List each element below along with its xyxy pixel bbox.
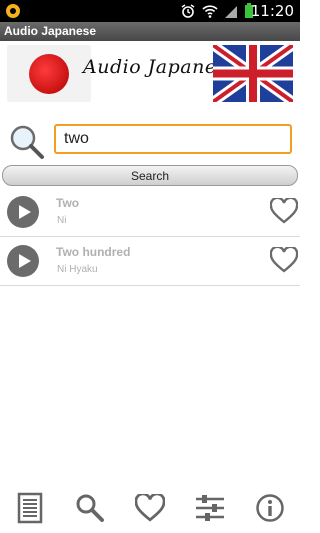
nav-favorites-icon[interactable] [130,488,170,528]
status-icons [180,3,254,19]
japan-flag-image [7,45,91,102]
info-icon [256,494,284,522]
app-title: Audio Japanese [4,24,97,38]
list-item[interactable]: Two Ni [0,188,300,237]
favorite-heart-icon[interactable] [270,198,298,224]
app-notification-icon [6,4,20,18]
japanese-word: Ni Hyaku [57,264,98,275]
nav-settings-icon[interactable] [190,488,230,528]
bottom-navigation [0,483,300,533]
app-title-bar: Audio Japanese [0,22,300,41]
nav-list-icon[interactable] [10,488,50,528]
english-word: Two [56,196,80,210]
search-row [0,120,300,162]
list-icon [17,492,43,524]
heart-icon [135,494,165,522]
play-icon[interactable] [7,245,39,277]
list-item[interactable]: Two hundred Ni Hyaku [0,237,300,286]
play-icon[interactable] [7,196,39,228]
results-list: Two Ni Two hundred Ni Hyaku [0,188,300,286]
japanese-word: Ni [57,215,67,226]
alarm-icon [181,4,195,18]
nav-info-icon[interactable] [250,488,290,528]
status-bar: 11:20 [0,0,300,22]
signal-icon [225,6,237,18]
search-icon [76,494,104,522]
settings-sliders-icon [196,495,224,521]
favorite-heart-icon[interactable] [270,247,298,273]
english-word: Two hundred [56,245,131,259]
uk-flag-image [213,45,293,102]
wifi-icon [202,5,218,18]
nav-search-icon[interactable] [70,488,110,528]
status-time: 11:20 [250,2,294,20]
app-banner: Audio Japanese [7,45,293,102]
search-button[interactable]: Search [2,165,298,186]
magnifier-icon [10,125,44,159]
search-input[interactable] [54,124,292,154]
